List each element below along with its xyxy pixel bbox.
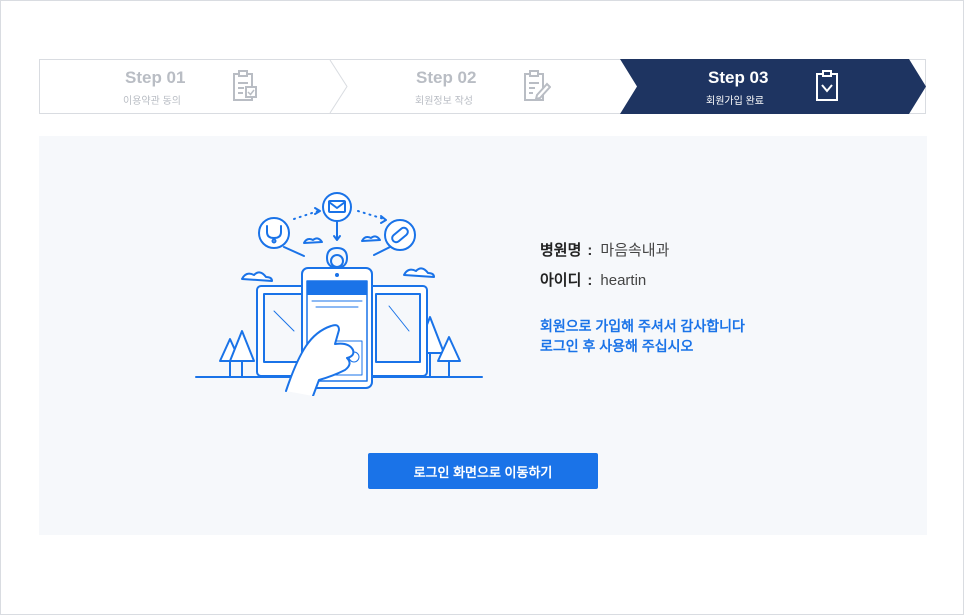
member-info: 병원명: 마음속내과 아이디: heartin bbox=[540, 239, 669, 299]
hospital-colon: : bbox=[587, 242, 593, 259]
hospital-row: 병원명: 마음속내과 bbox=[540, 239, 669, 269]
completion-panel: 병원명: 마음속내과 아이디: heartin 회원으로 가입해 주셔서 감사합니다… bbox=[39, 136, 927, 535]
thank-you-message: 회원으로 가입해 주셔서 감사합니다 로그인 후 사용해 주십시오 bbox=[540, 316, 745, 356]
step-02: Step 02 회원정보 작성 bbox=[415, 59, 616, 114]
step-03: Step 03 회원가입 완료 bbox=[706, 59, 908, 114]
step-01-subtitle: 이용약관 동의 bbox=[123, 96, 181, 107]
step-02-title: Step 02 bbox=[416, 68, 477, 87]
hospital-value: 마음속내과 bbox=[600, 242, 670, 259]
id-row: 아이디: heartin bbox=[540, 269, 669, 299]
mobile-signup-illustration bbox=[194, 191, 484, 401]
thank-you-line-1: 회원으로 가입해 주셔서 감사합니다 bbox=[540, 318, 745, 334]
clipboard-check-icon bbox=[232, 70, 258, 107]
step-01: Step 01 이용약관 동의 bbox=[123, 59, 325, 114]
thank-you-line-2: 로그인 후 사용해 주십시오 bbox=[540, 338, 694, 354]
step-03-title: Step 03 bbox=[708, 68, 769, 87]
id-label: 아이디 bbox=[540, 272, 582, 289]
hospital-label: 병원명 bbox=[540, 242, 582, 259]
step-03-subtitle: 회원가입 완료 bbox=[706, 96, 764, 107]
clipboard-done-icon bbox=[815, 70, 839, 107]
clipboard-pen-icon bbox=[523, 70, 552, 107]
step-01-title: Step 01 bbox=[125, 68, 186, 87]
signup-steps: Step 01 이용약관 동의 Step 02 회원정보 작성 Step 03 … bbox=[39, 59, 926, 114]
go-to-login-button[interactable]: 로그인 화면으로 이동하기 bbox=[368, 453, 598, 489]
id-value: heartin bbox=[600, 272, 647, 289]
id-colon: : bbox=[587, 272, 593, 289]
step-02-subtitle: 회원정보 작성 bbox=[415, 96, 473, 107]
